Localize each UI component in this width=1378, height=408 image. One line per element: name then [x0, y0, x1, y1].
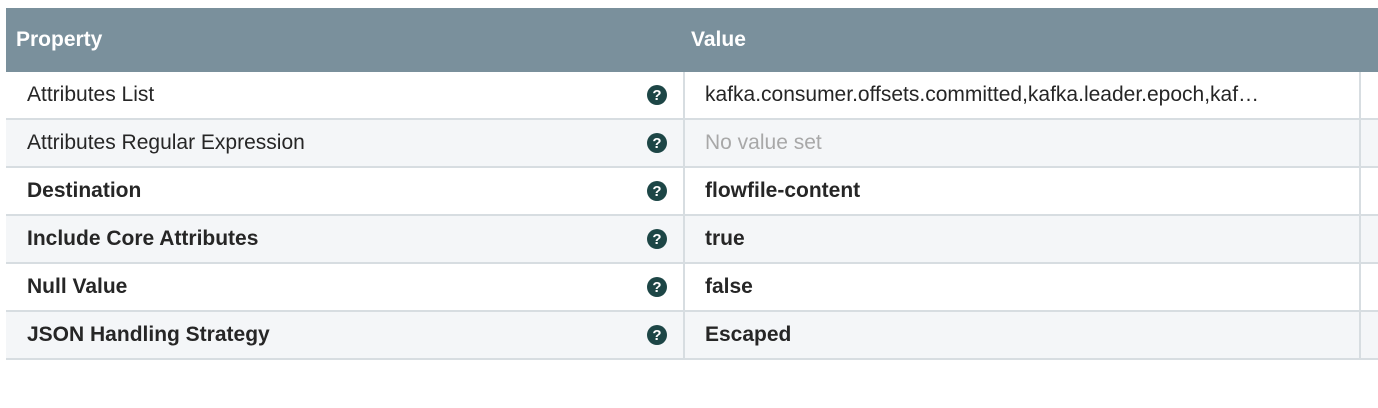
property-value[interactable]: flowfile-content [683, 168, 1359, 214]
header-property[interactable]: Property [6, 28, 683, 52]
properties-table: Property Value Attributes List? kafka.con… [6, 8, 1378, 360]
table-row[interactable]: Attributes Regular Expression? No value s… [6, 120, 1378, 168]
table-header: Property Value [6, 8, 1378, 72]
property-value[interactable]: No value set [683, 120, 1359, 166]
property-value[interactable]: false [683, 264, 1359, 310]
property-name: Attributes List [27, 83, 155, 106]
row-actions [1359, 72, 1378, 118]
help-icon[interactable]: ? [647, 133, 667, 153]
property-name: Include Core Attributes [27, 227, 259, 250]
property-name: Destination [27, 179, 142, 202]
property-name: Attributes Regular Expression [27, 131, 305, 154]
property-name: Null Value [27, 275, 128, 298]
help-icon[interactable]: ? [647, 325, 667, 345]
table-row[interactable]: Destination? flowfile-content [6, 168, 1378, 216]
row-actions [1359, 216, 1378, 262]
help-icon[interactable]: ? [647, 85, 667, 105]
property-name: JSON Handling Strategy [27, 323, 270, 346]
header-value[interactable]: Value [683, 28, 1359, 52]
property-value[interactable]: Escaped [683, 312, 1359, 358]
row-actions [1359, 264, 1378, 310]
help-icon[interactable]: ? [647, 229, 667, 249]
row-actions [1359, 120, 1378, 166]
help-icon[interactable]: ? [647, 181, 667, 201]
table-row[interactable]: JSON Handling Strategy? Escaped [6, 312, 1378, 360]
help-icon[interactable]: ? [647, 277, 667, 297]
table-row[interactable]: Null Value? false [6, 264, 1378, 312]
property-value[interactable]: true [683, 216, 1359, 262]
row-actions [1359, 312, 1378, 358]
property-value[interactable]: kafka.consumer.offsets.committed,kafka.l… [683, 72, 1359, 118]
table-row[interactable]: Include Core Attributes? true [6, 216, 1378, 264]
row-actions [1359, 168, 1378, 214]
table-row[interactable]: Attributes List? kafka.consumer.offsets.c… [6, 72, 1378, 120]
